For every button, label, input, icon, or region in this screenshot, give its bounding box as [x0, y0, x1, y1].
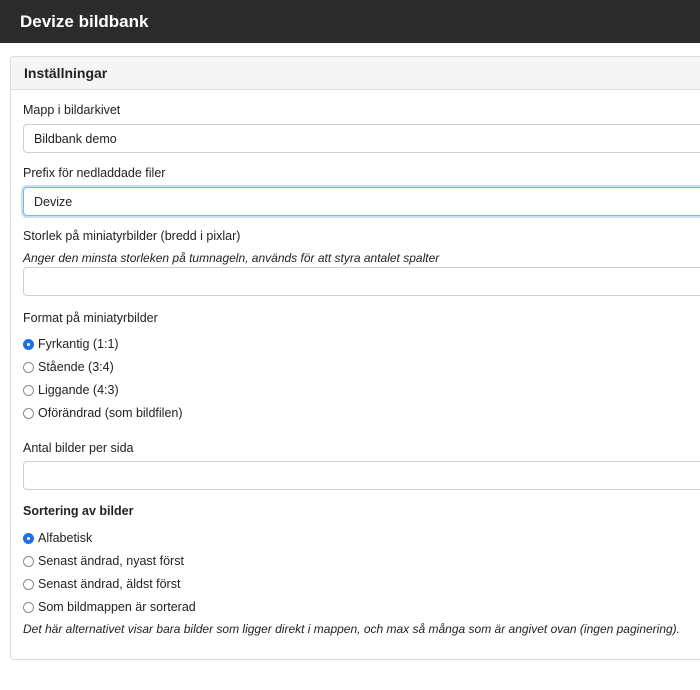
radio-oforandrad[interactable] [23, 407, 34, 419]
thumb-size-help: Anger den minsta storleken på tumnageln,… [23, 251, 440, 265]
sorting-label: Sortering av bilder [23, 504, 134, 518]
radio-label: Liggande (4:3) [38, 383, 119, 397]
radio-label: Fyrkantig (1:1) [38, 337, 119, 351]
radio-aldst[interactable] [23, 578, 34, 590]
thumb-size-input[interactable] [23, 267, 700, 296]
radio-nyast[interactable] [23, 555, 34, 567]
thumb-size-label: Storlek på miniatyrbilder (bredd i pixla… [23, 229, 241, 243]
sorting-option-alphabetic[interactable]: Alfabetisk [23, 530, 92, 546]
radio-label: Som bildmappen är sorterad [38, 600, 196, 614]
thumb-format-option-original[interactable]: Oförändrad (som bildfilen) [23, 405, 183, 421]
radio-bildmappen[interactable] [23, 601, 34, 613]
prefix-label: Prefix för nedladdade filer [23, 166, 166, 180]
thumb-format-label: Format på miniatyrbilder [23, 311, 158, 325]
radio-label: Oförändrad (som bildfilen) [38, 406, 183, 420]
radio-alfabetisk[interactable] [23, 532, 34, 544]
folder-input[interactable] [23, 124, 700, 153]
radio-staende[interactable] [23, 361, 34, 373]
radio-label: Alfabetisk [38, 531, 93, 545]
thumb-format-option-square[interactable]: Fyrkantig (1:1) [23, 336, 119, 352]
app-title: Devize bildbank [20, 12, 149, 31]
thumb-format-option-portrait[interactable]: Stående (3:4) [23, 359, 114, 375]
per-page-label: Antal bilder per sida [23, 441, 134, 455]
sorting-option-folder[interactable]: Som bildmappen är sorterad [23, 599, 196, 615]
radio-fyrkantig[interactable] [23, 338, 34, 350]
radio-liggande[interactable] [23, 384, 34, 396]
panel-title: Inställningar [11, 57, 700, 90]
prefix-input[interactable] [23, 187, 700, 216]
radio-label: Senast ändrad, äldst först [38, 577, 181, 591]
sorting-help: Det här alternativet visar bara bilder s… [23, 622, 680, 636]
sorting-option-newest[interactable]: Senast ändrad, nyast först [23, 553, 184, 569]
sorting-option-oldest[interactable]: Senast ändrad, äldst först [23, 576, 180, 592]
thumb-format-option-landscape[interactable]: Liggande (4:3) [23, 382, 119, 398]
app-header: Devize bildbank [0, 0, 700, 43]
radio-label: Senast ändrad, nyast först [38, 554, 184, 568]
folder-label: Mapp i bildarkivet [23, 103, 121, 117]
radio-label: Stående (3:4) [38, 360, 114, 374]
per-page-input[interactable] [23, 461, 700, 490]
